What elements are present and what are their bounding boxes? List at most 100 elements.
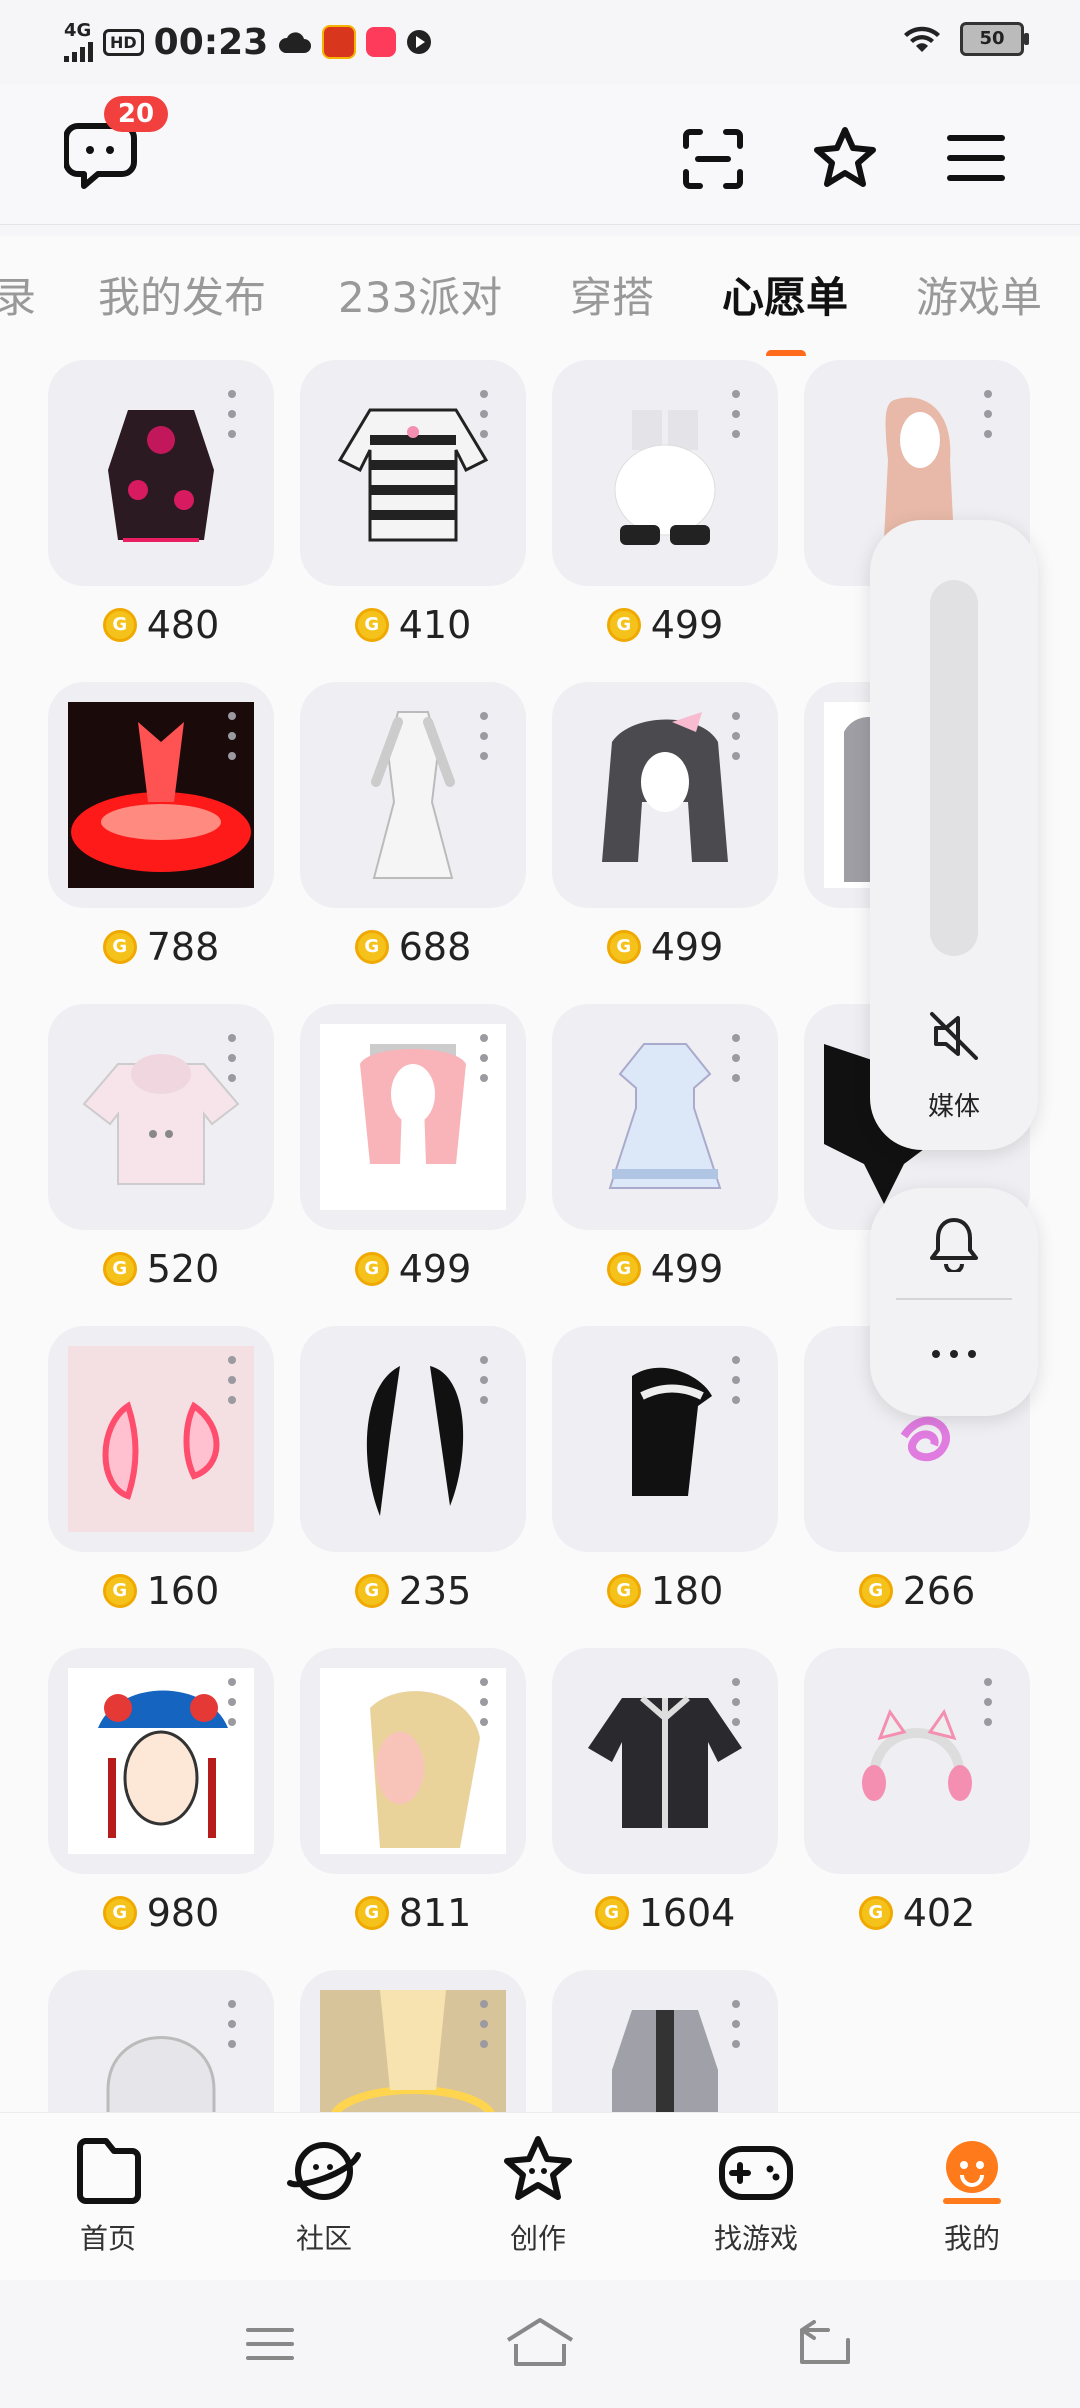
item-thumbnail[interactable] <box>48 1004 274 1230</box>
more-options-icon[interactable] <box>480 712 488 760</box>
divider <box>896 1298 1012 1300</box>
cloud-icon <box>279 32 312 53</box>
item-thumbnail[interactable] <box>48 360 274 586</box>
tab-history[interactable]: 录 <box>0 264 36 325</box>
more-options-icon[interactable] <box>228 1034 236 1082</box>
more-options-icon[interactable] <box>984 390 992 438</box>
more-options-icon[interactable] <box>732 1678 740 1726</box>
wishlist-item[interactable]: 788 <box>48 682 274 972</box>
more-options-icon[interactable] <box>732 390 740 438</box>
wishlist-item[interactable]: 688 <box>300 682 526 972</box>
wishlist-item[interactable]: 180 <box>552 1326 778 1616</box>
item-thumbnail[interactable] <box>300 1648 526 1874</box>
more-dots-icon[interactable] <box>928 1348 980 1360</box>
message-count-badge: 20 <box>104 96 168 132</box>
wishlist-item[interactable]: 402 <box>804 1648 1030 1938</box>
media-volume-slider[interactable] <box>930 580 978 956</box>
speaker-muted-icon[interactable] <box>928 1010 980 1062</box>
item-thumbnail[interactable] <box>552 1326 778 1552</box>
item-thumbnail[interactable] <box>300 1970 526 2112</box>
back-icon[interactable] <box>796 2320 852 2366</box>
nav-profile[interactable]: 我的 <box>902 2135 1042 2257</box>
more-options-icon[interactable] <box>732 712 740 760</box>
item-thumbnail[interactable] <box>300 1004 526 1230</box>
coin-icon <box>858 1896 893 1930</box>
nav-home[interactable]: 首页 <box>38 2135 178 2257</box>
volume-panel: 媒体 <box>870 520 1038 1150</box>
more-options-icon[interactable] <box>480 390 488 438</box>
coin-icon <box>606 930 641 964</box>
nav-create[interactable]: 创作 <box>468 2135 608 2257</box>
wishlist-item[interactable]: 499 <box>552 682 778 972</box>
item-thumbnail[interactable] <box>552 1004 778 1230</box>
more-options-icon[interactable] <box>480 2000 488 2048</box>
wishlist-item[interactable] <box>552 1970 778 2112</box>
more-options-icon[interactable] <box>732 2000 740 2048</box>
wishlist-item[interactable] <box>48 1970 274 2112</box>
star-icon <box>814 127 876 187</box>
price-value: 811 <box>398 1891 472 1935</box>
scan-button[interactable] <box>680 126 746 196</box>
wishlist-item[interactable]: 811 <box>300 1648 526 1938</box>
wishlist-item[interactable] <box>300 1970 526 2112</box>
tab-game-list[interactable]: 游戏单 <box>916 264 1042 325</box>
item-thumbnail[interactable] <box>300 360 526 586</box>
price-value: 499 <box>398 1247 472 1291</box>
item-thumbnail[interactable] <box>552 1970 778 2112</box>
more-options-icon[interactable] <box>228 1356 236 1404</box>
item-thumbnail[interactable] <box>804 1648 1030 1874</box>
wishlist-item[interactable]: 480 <box>48 360 274 650</box>
menu-button[interactable] <box>946 130 1006 190</box>
wishlist-item[interactable]: 410 <box>300 360 526 650</box>
more-options-icon[interactable] <box>480 1678 488 1726</box>
nav-find-games[interactable]: 找游戏 <box>686 2135 826 2257</box>
gamepad-icon <box>719 2146 793 2200</box>
item-thumbnail[interactable] <box>300 1326 526 1552</box>
more-options-icon[interactable] <box>480 1034 488 1082</box>
more-options-icon[interactable] <box>228 1678 236 1726</box>
wishlist-item[interactable]: 235 <box>300 1326 526 1616</box>
more-options-icon[interactable] <box>732 1034 740 1082</box>
nav-label: 找游戏 <box>713 2222 798 2255</box>
wishlist-item[interactable]: 499 <box>552 360 778 650</box>
item-thumbnail[interactable] <box>48 682 274 908</box>
price-value: 402 <box>902 1891 976 1935</box>
bell-icon[interactable] <box>928 1216 980 1272</box>
wishlist-item[interactable]: 520 <box>48 1004 274 1294</box>
item-thumbnail[interactable] <box>552 1648 778 1874</box>
wishlist-item[interactable]: 499 <box>300 1004 526 1294</box>
item-price: 520 <box>48 1244 274 1294</box>
more-options-icon[interactable] <box>228 2000 236 2048</box>
more-options-icon[interactable] <box>228 390 236 438</box>
coin-icon <box>102 930 137 964</box>
item-thumbnail[interactable] <box>552 360 778 586</box>
nav-community[interactable]: 社区 <box>254 2135 394 2257</box>
item-thumbnail[interactable] <box>552 682 778 908</box>
price-value: 499 <box>650 1247 724 1291</box>
white-gown-image <box>371 711 455 879</box>
tab-my-posts[interactable]: 我的发布 <box>98 264 266 325</box>
ringer-panel <box>870 1188 1038 1416</box>
favorites-button[interactable] <box>810 124 880 198</box>
black-coat-image <box>588 1695 742 1828</box>
item-thumbnail[interactable] <box>300 682 526 908</box>
item-thumbnail[interactable] <box>48 1648 274 1874</box>
wishlist-item[interactable]: 499 <box>552 1004 778 1294</box>
tab-233-party[interactable]: 233派对 <box>338 264 502 325</box>
more-options-icon[interactable] <box>984 1678 992 1726</box>
wishlist-item[interactable]: 160 <box>48 1326 274 1616</box>
price-value: 180 <box>650 1569 724 1613</box>
home-nav-icon[interactable] <box>504 2316 576 2368</box>
recent-apps-icon[interactable] <box>244 2324 296 2364</box>
item-thumbnail[interactable] <box>48 1970 274 2112</box>
more-options-icon[interactable] <box>732 1356 740 1404</box>
wishlist-item[interactable]: 1604 <box>552 1648 778 1938</box>
wishlist-item[interactable]: 980 <box>48 1648 274 1938</box>
tab-wishlist[interactable]: 心愿单 <box>722 264 848 325</box>
item-thumbnail[interactable] <box>48 1326 274 1552</box>
striped-sweater-image <box>337 408 489 542</box>
more-options-icon[interactable] <box>480 1356 488 1404</box>
tab-outfits[interactable]: 穿搭 <box>570 264 654 325</box>
nav-label: 我的 <box>943 2222 1000 2255</box>
more-options-icon[interactable] <box>228 712 236 760</box>
